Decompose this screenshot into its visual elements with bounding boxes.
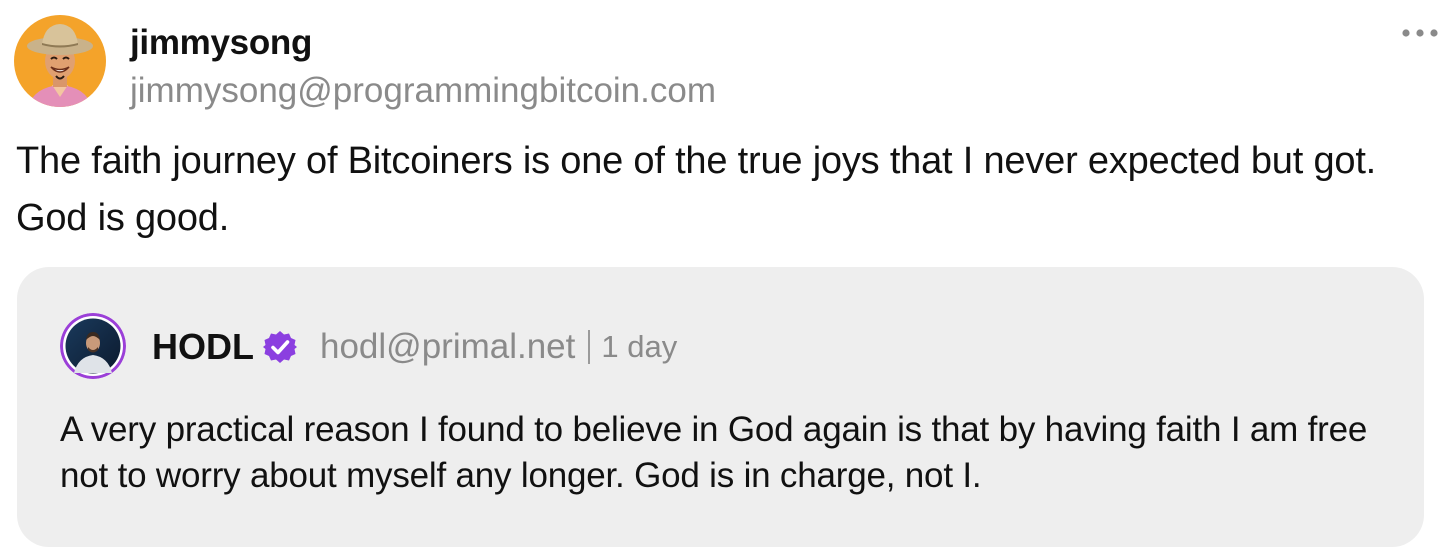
- author-handle[interactable]: jimmysong@programmingbitcoin.com: [130, 70, 716, 112]
- verified-badge-icon: [262, 329, 298, 365]
- quoted-note-header: HODL hodl@primal.net 1 day: [152, 325, 677, 369]
- author-name[interactable]: jimmysong: [130, 22, 312, 64]
- quoted-author-avatar[interactable]: [60, 313, 126, 379]
- quoted-note-timestamp[interactable]: 1 day: [601, 325, 677, 369]
- quoted-note-card[interactable]: HODL hodl@primal.net 1 day A very practi…: [17, 267, 1424, 547]
- post-text: The faith journey of Bitcoiners is one o…: [16, 140, 1377, 239]
- more-options-button[interactable]: [1394, 18, 1446, 48]
- quoted-note-text: A very practical reason I found to belie…: [60, 410, 1368, 495]
- quoted-author-name[interactable]: HODL: [152, 325, 254, 369]
- note-post: jimmysong jimmysong@programmingbitcoin.c…: [0, 0, 1456, 547]
- header-divider: [588, 330, 591, 364]
- more-horizontal-icon: [1394, 18, 1446, 48]
- author-avatar[interactable]: [14, 15, 106, 107]
- quoted-author-handle[interactable]: hodl@primal.net: [320, 325, 575, 369]
